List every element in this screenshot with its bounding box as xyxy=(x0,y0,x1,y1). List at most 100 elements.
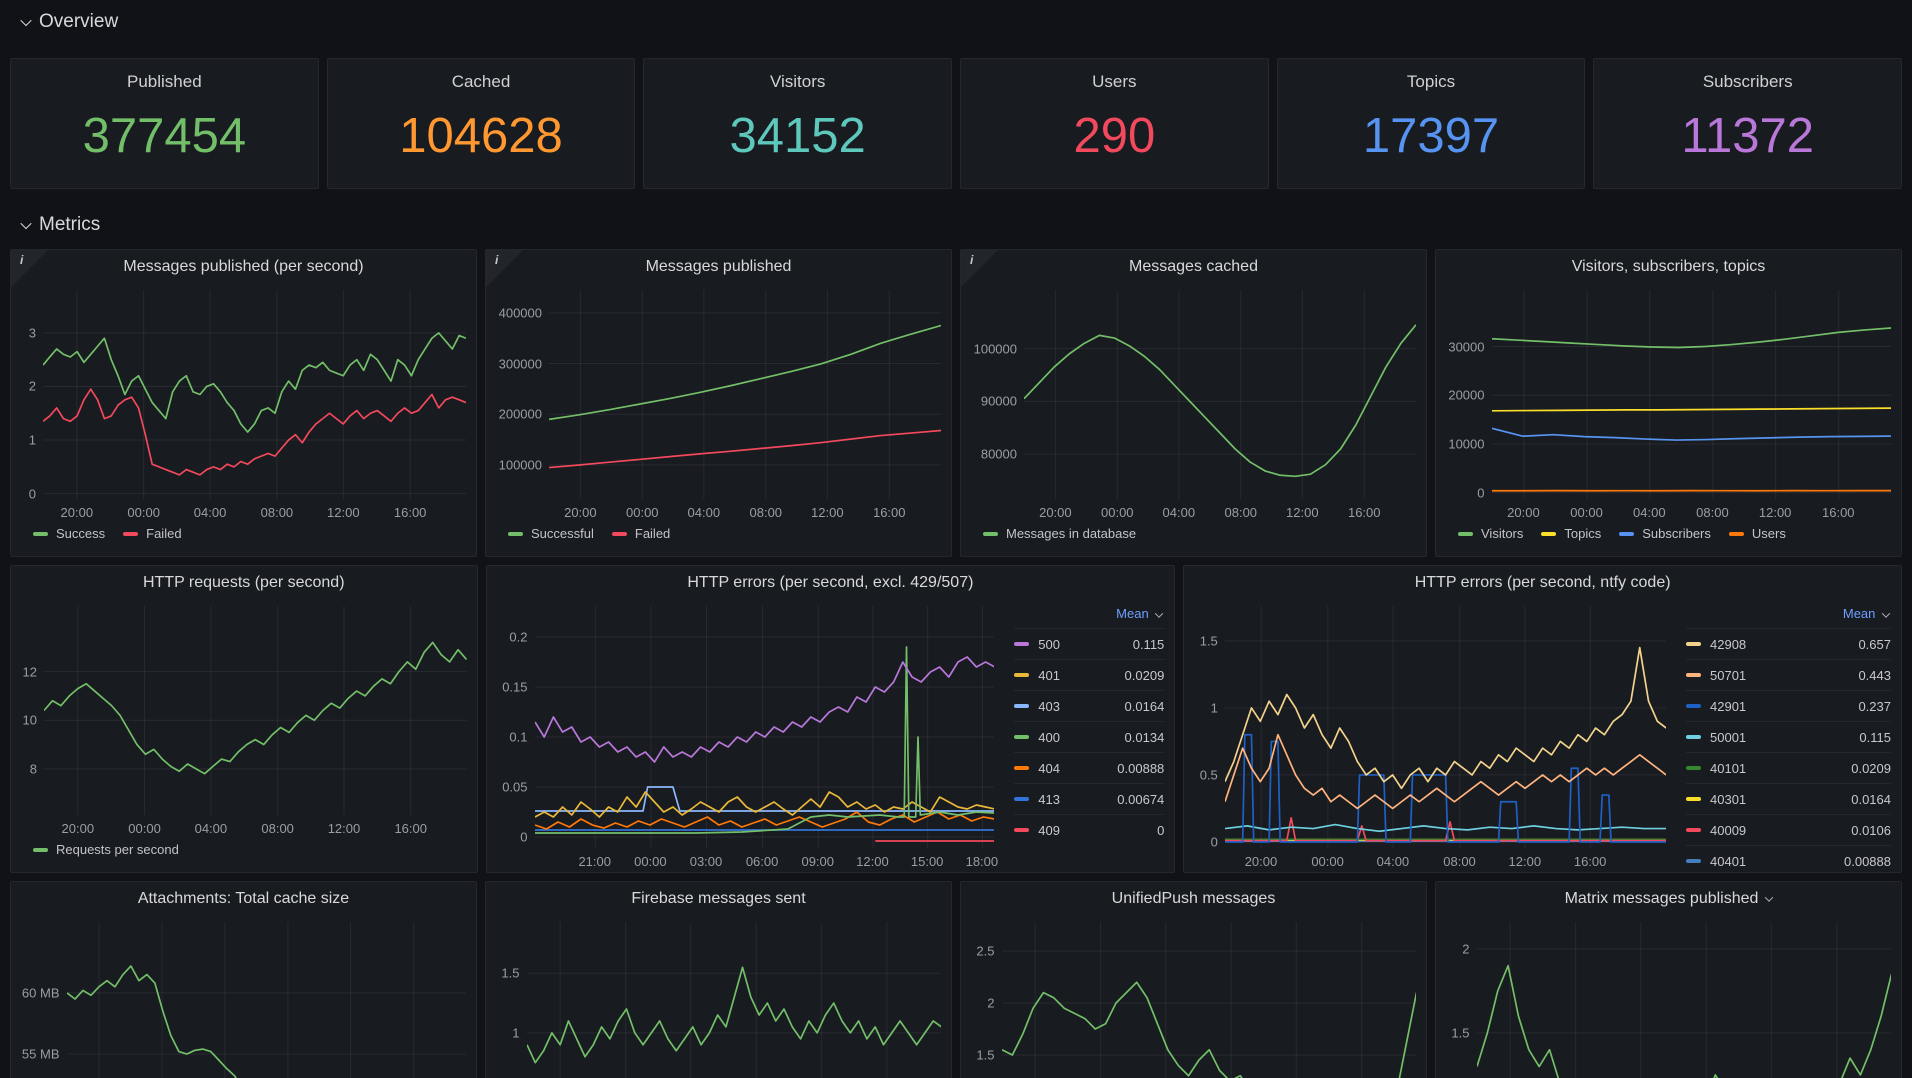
chart-area: 00.050.10.150.221:0000:0003:0006:0009:00… xyxy=(493,606,995,872)
plot-area xyxy=(1492,290,1892,499)
info-icon[interactable]: i xyxy=(11,250,48,287)
chart-mid: 010000200003000020:0000:0004:0008:0012:0… xyxy=(1436,284,1901,556)
legend-row[interactable]: 4130.00674 xyxy=(1014,783,1164,814)
legend-series-name: 40101 xyxy=(1710,761,1746,776)
y-axis: 00.511.5 xyxy=(1190,606,1225,848)
legend-row[interactable]: 4000.0134 xyxy=(1014,721,1164,752)
plot-area xyxy=(535,606,995,848)
chart-svg xyxy=(535,606,995,848)
stat-title[interactable]: Users xyxy=(1092,72,1136,92)
x-tick-label: 00:00 xyxy=(1570,505,1603,520)
legend-row[interactable]: 401010.0209 xyxy=(1686,752,1891,783)
info-icon[interactable]: i xyxy=(486,250,523,287)
legend-item[interactable]: Failed xyxy=(123,526,181,541)
legend-row[interactable]: 4030.0164 xyxy=(1014,690,1164,721)
legend-item[interactable]: Visitors xyxy=(1458,526,1523,541)
panel-title[interactable]: Messages cached xyxy=(961,250,1426,284)
y-tick-label: 1.5 xyxy=(501,966,519,981)
series-matrix-messages-published xyxy=(1477,966,1892,1078)
chart-main: 012320:0000:0004:0008:0012:0016:00Succes… xyxy=(11,284,476,556)
y-tick-label: 400000 xyxy=(499,305,542,320)
chart-area: 10000020000030000040000020:0000:0004:000… xyxy=(492,290,941,523)
y-axis: 00.050.10.150.2 xyxy=(493,606,535,848)
x-tick-label: 16:00 xyxy=(1348,505,1381,520)
legend-row[interactable]: 4010.0209 xyxy=(1014,659,1164,690)
y-tick-label: 1 xyxy=(1211,700,1218,715)
stat-title[interactable]: Published xyxy=(127,72,202,92)
x-axis: 20:0000:0004:0008:0012:0016:00 xyxy=(549,499,941,523)
legend-row[interactable]: 429010.237 xyxy=(1686,690,1891,721)
legend-row[interactable]: 404010.00888 xyxy=(1686,845,1891,872)
legend-item[interactable]: Failed xyxy=(612,526,670,541)
chart-area: 0.511.5 xyxy=(492,922,941,1078)
panel-title[interactable]: HTTP errors (per second, excl. 429/507) xyxy=(487,566,1175,600)
x-tick-label: 00:00 xyxy=(127,505,160,520)
section-header-metrics[interactable]: Metrics xyxy=(10,209,1902,241)
stat-title[interactable]: Cached xyxy=(452,72,511,92)
legend-row[interactable]: 4090 xyxy=(1014,814,1164,845)
x-tick-label: 12:00 xyxy=(856,854,889,869)
legend-row[interactable]: 403010.0164 xyxy=(1686,783,1891,814)
stat-title[interactable]: Subscribers xyxy=(1703,72,1793,92)
panel-title[interactable]: HTTP requests (per second) xyxy=(11,566,477,600)
legend-mean-header[interactable]: Mean xyxy=(1686,604,1891,628)
legend-item[interactable]: Subscribers xyxy=(1619,526,1711,541)
panel-title[interactable]: Firebase messages sent xyxy=(486,882,951,916)
panel-title[interactable]: Visitors, subscribers, topics xyxy=(1436,250,1901,284)
panel-title-text: Messages published (per second) xyxy=(123,258,363,276)
info-icon-glyph: i xyxy=(970,253,973,267)
section-header-overview[interactable]: Overview xyxy=(10,6,1902,38)
x-tick-label: 12:00 xyxy=(327,505,360,520)
plot-column: 20:0000:0004:0008:0012:0016:00 xyxy=(43,290,466,523)
legend-row[interactable]: 5000.115 xyxy=(1014,628,1164,659)
x-tick-label: 16:00 xyxy=(394,505,427,520)
legend-item[interactable]: Successful xyxy=(508,526,594,541)
legend-series-name: 409 xyxy=(1038,823,1060,838)
panel-title[interactable]: UnifiedPush messages xyxy=(961,882,1426,916)
legend-row[interactable]: 400090.0106 xyxy=(1686,814,1891,845)
panel-title[interactable]: Attachments: Total cache size xyxy=(11,882,476,916)
legend-mean-value: 0.0164 xyxy=(1125,699,1165,714)
legend-label: Messages in database xyxy=(1006,526,1136,541)
panel-title-text: Attachments: Total cache size xyxy=(138,890,349,908)
stats-row: Published377454Cached104628Visitors34152… xyxy=(10,58,1902,189)
legend-item[interactable]: Messages in database xyxy=(983,526,1136,541)
legend-item[interactable]: Success xyxy=(33,526,105,541)
panel-title[interactable]: HTTP errors (per second, ntfy code) xyxy=(1184,566,1901,600)
legend-series-name: 42908 xyxy=(1710,637,1746,652)
panel-title[interactable]: Matrix messages published xyxy=(1436,882,1901,916)
chart-mid: 10000020000030000040000020:0000:0004:000… xyxy=(486,284,951,556)
x-tick-label: 08:00 xyxy=(1224,505,1257,520)
y-tick-label: 80000 xyxy=(981,447,1017,462)
y-axis: 81012 xyxy=(17,606,44,815)
stat-title[interactable]: Topics xyxy=(1407,72,1455,92)
y-axis: 55 MB60 MB xyxy=(17,922,67,1078)
legend-row[interactable]: 507010.443 xyxy=(1686,659,1891,690)
y-tick-label: 2 xyxy=(987,996,994,1011)
chart-svg xyxy=(1225,606,1666,848)
x-tick-label: 08:00 xyxy=(749,505,782,520)
legend-item[interactable]: Topics xyxy=(1541,526,1601,541)
legend-row[interactable]: 500010.115 xyxy=(1686,721,1891,752)
info-icon[interactable]: i xyxy=(961,250,998,287)
legend-label: Success xyxy=(56,526,105,541)
chevron-down-icon xyxy=(1765,893,1773,901)
chart-main: 55 MB60 MB xyxy=(11,916,476,1078)
legend-label: Failed xyxy=(146,526,181,541)
legend-swatch xyxy=(1686,673,1701,677)
panel-title[interactable]: Messages published (per second) xyxy=(11,250,476,284)
y-axis: 0123 xyxy=(17,290,43,499)
panel-title[interactable]: Messages published xyxy=(486,250,951,284)
plot-area xyxy=(1024,290,1416,499)
x-tick-label: 04:00 xyxy=(194,505,227,520)
stat-title[interactable]: Visitors xyxy=(770,72,825,92)
x-tick-label: 16:00 xyxy=(394,821,427,836)
legend-swatch xyxy=(33,532,48,536)
stat-value: 104628 xyxy=(399,92,563,188)
legend-row[interactable]: 4040.00888 xyxy=(1014,752,1164,783)
legend-row[interactable]: 429080.657 xyxy=(1686,628,1891,659)
legend-swatch xyxy=(1458,532,1473,536)
legend-mean-header[interactable]: Mean xyxy=(1014,604,1164,628)
legend-item[interactable]: Users xyxy=(1729,526,1786,541)
legend-item[interactable]: Requests per second xyxy=(33,842,179,857)
